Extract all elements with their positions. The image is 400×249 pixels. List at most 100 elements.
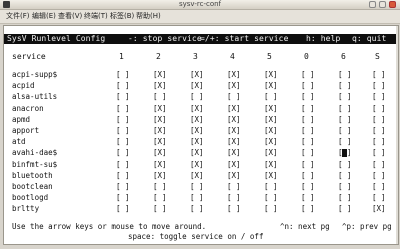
runlevel-checkbox[interactable]: [X] — [264, 104, 278, 113]
runlevel-checkbox[interactable]: [X] — [153, 70, 167, 79]
runlevel-checkbox[interactable]: [ ] — [301, 115, 315, 124]
runlevel-checkbox[interactable]: [ ] — [338, 193, 352, 202]
runlevel-checkbox[interactable]: [ ] — [227, 204, 241, 213]
menu-edit[interactable]: 编辑(E) — [30, 10, 58, 23]
runlevel-checkbox[interactable]: [ ] — [116, 193, 130, 202]
runlevel-checkbox[interactable]: [X] — [153, 160, 167, 169]
runlevel-checkbox[interactable]: [ ] — [372, 148, 386, 157]
runlevel-checkbox[interactable]: [ ] — [301, 104, 315, 113]
runlevel-checkbox[interactable]: [ ] — [227, 182, 241, 191]
runlevel-checkbox[interactable]: [ ] — [116, 92, 130, 101]
runlevel-checkbox[interactable]: [ ] — [190, 204, 204, 213]
runlevel-checkbox[interactable]: [ ] — [372, 104, 386, 113]
runlevel-checkbox[interactable]: [ ] — [372, 193, 386, 202]
runlevel-checkbox[interactable]: [X] — [264, 148, 278, 157]
runlevel-checkbox[interactable]: [X] — [227, 70, 241, 79]
runlevel-checkbox[interactable]: [ ] — [372, 160, 386, 169]
runlevel-checkbox[interactable]: [ ] — [264, 204, 278, 213]
runlevel-checkbox[interactable]: [ ] — [153, 92, 167, 101]
runlevel-checkbox[interactable]: [ ] — [338, 92, 352, 101]
runlevel-checkbox[interactable]: [ ] — [372, 81, 386, 90]
runlevel-checkbox[interactable]: [ ] — [301, 148, 315, 157]
runlevel-checkbox[interactable]: [ ] — [338, 182, 352, 191]
maximize-button[interactable] — [379, 1, 386, 8]
runlevel-checkbox[interactable]: [X] — [264, 81, 278, 90]
runlevel-checkbox[interactable]: [ ] — [190, 92, 204, 101]
runlevel-checkbox[interactable]: [X] — [227, 126, 241, 135]
runlevel-checkbox[interactable]: [X] — [190, 104, 204, 113]
runlevel-checkbox[interactable]: [ ] — [116, 148, 130, 157]
runlevel-checkbox[interactable]: [X] — [264, 115, 278, 124]
runlevel-checkbox[interactable]: [X] — [153, 81, 167, 90]
runlevel-checkbox[interactable]: [ ] — [301, 182, 315, 191]
runlevel-checkbox[interactable]: [ ] — [116, 137, 130, 146]
terminal-scrollbar[interactable] — [396, 26, 398, 244]
runlevel-checkbox[interactable]: [ ] — [301, 171, 315, 180]
runlevel-checkbox[interactable]: [ ] — [227, 92, 241, 101]
runlevel-checkbox[interactable]: [ ] — [338, 81, 352, 90]
runlevel-checkbox[interactable]: [ ] — [372, 115, 386, 124]
runlevel-checkbox[interactable]: [ ] — [372, 126, 386, 135]
runlevel-checkbox[interactable]: [ ] — [116, 204, 130, 213]
runlevel-checkbox[interactable]: [X] — [153, 137, 167, 146]
runlevel-checkbox[interactable]: [ ] — [301, 70, 315, 79]
runlevel-checkbox[interactable]: [X] — [264, 137, 278, 146]
runlevel-checkbox[interactable]: [ ] — [338, 137, 352, 146]
runlevel-checkbox[interactable]: [X] — [190, 160, 204, 169]
runlevel-checkbox[interactable]: [X] — [264, 171, 278, 180]
runlevel-checkbox[interactable]: [X] — [227, 160, 241, 169]
runlevel-checkbox[interactable]: [ ] — [264, 182, 278, 191]
runlevel-checkbox[interactable]: [X] — [264, 70, 278, 79]
runlevel-checkbox[interactable]: [ ] — [338, 126, 352, 135]
runlevel-checkbox[interactable]: [ ] — [338, 115, 352, 124]
runlevel-checkbox[interactable]: [ ] — [190, 193, 204, 202]
runlevel-checkbox[interactable]: [X] — [264, 160, 278, 169]
runlevel-checkbox[interactable]: [X] — [190, 171, 204, 180]
runlevel-checkbox[interactable]: [ ] — [301, 81, 315, 90]
runlevel-checkbox[interactable]: [ ] — [116, 182, 130, 191]
runlevel-checkbox[interactable]: [X] — [227, 171, 241, 180]
menu-terminal[interactable]: 终端(T) — [82, 10, 110, 23]
runlevel-checkbox[interactable]: [ ] — [190, 182, 204, 191]
runlevel-checkbox[interactable]: [X] — [153, 115, 167, 124]
runlevel-checkbox[interactable]: [ ] — [301, 160, 315, 169]
runlevel-checkbox[interactable]: [ ] — [338, 160, 352, 169]
runlevel-checkbox[interactable]: [ ] — [372, 182, 386, 191]
runlevel-checkbox[interactable]: [ ] — [301, 137, 315, 146]
close-button[interactable] — [389, 1, 396, 8]
runlevel-checkbox[interactable]: [X] — [227, 104, 241, 113]
runlevel-checkbox[interactable]: [ ] — [116, 160, 130, 169]
runlevel-checkbox[interactable]: [X] — [153, 126, 167, 135]
menu-file[interactable]: 文件(F) — [4, 10, 32, 23]
runlevel-checkbox[interactable]: [ ] — [301, 92, 315, 101]
minimize-button[interactable] — [369, 1, 376, 8]
runlevel-checkbox[interactable]: [ ] — [301, 204, 315, 213]
runlevel-checkbox[interactable]: [X] — [372, 204, 386, 213]
runlevel-checkbox[interactable]: [ ] — [153, 193, 167, 202]
runlevel-checkbox[interactable]: [ ] — [301, 126, 315, 135]
runlevel-checkbox[interactable]: [X] — [153, 104, 167, 113]
runlevel-checkbox[interactable]: [ ] — [116, 115, 130, 124]
runlevel-checkbox[interactable]: [X] — [227, 115, 241, 124]
runlevel-checkbox[interactable]: [ ] — [264, 92, 278, 101]
menu-tabs[interactable]: 标签(B) — [108, 10, 136, 23]
runlevel-checkbox[interactable]: [X] — [153, 148, 167, 157]
terminal-screen[interactable]: SysV Runlevel Config -: stop service =/+… — [3, 25, 399, 245]
runlevel-checkbox[interactable]: [ ] — [338, 70, 352, 79]
runlevel-checkbox[interactable]: [ ] — [116, 171, 130, 180]
runlevel-checkbox[interactable]: [ ] — [116, 70, 130, 79]
runlevel-checkbox[interactable]: [X] — [190, 70, 204, 79]
runlevel-checkbox[interactable]: [ ] — [338, 204, 352, 213]
runlevel-checkbox[interactable]: [ ] — [372, 137, 386, 146]
runlevel-checkbox[interactable]: [ ] — [338, 171, 352, 180]
runlevel-checkbox[interactable]: [ ] — [116, 104, 130, 113]
runlevel-checkbox[interactable]: [X] — [227, 81, 241, 90]
runlevel-checkbox[interactable]: [X] — [227, 148, 241, 157]
runlevel-checkbox[interactable]: [ ] — [372, 70, 386, 79]
runlevel-checkbox[interactable]: [X] — [190, 137, 204, 146]
runlevel-checkbox[interactable]: [ ] — [116, 126, 130, 135]
runlevel-checkbox[interactable]: [X] — [190, 126, 204, 135]
runlevel-checkbox[interactable]: [ ] — [264, 193, 278, 202]
runlevel-checkbox[interactable]: [ ] — [116, 81, 130, 90]
runlevel-checkbox[interactable]: [ ] — [338, 104, 352, 113]
